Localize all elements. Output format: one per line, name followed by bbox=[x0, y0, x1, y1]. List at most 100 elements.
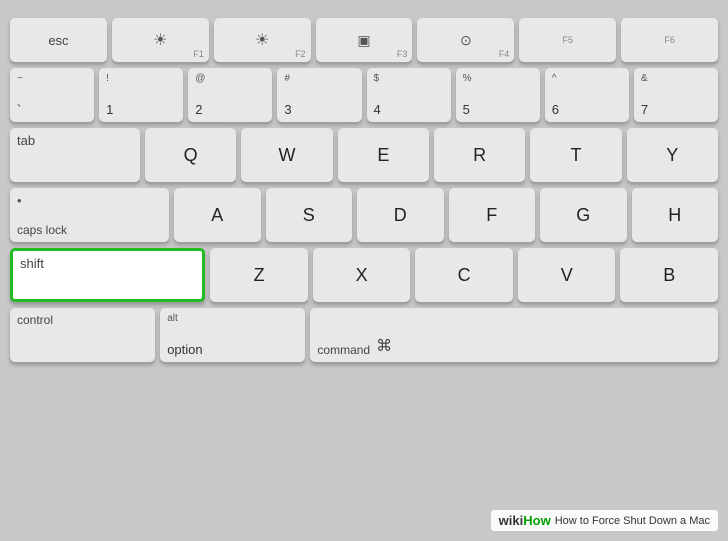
key5-top: % bbox=[463, 73, 533, 85]
key-f6[interactable]: F6 bbox=[621, 18, 718, 62]
option-bottom: option bbox=[167, 342, 298, 357]
f2-label: F2 bbox=[295, 49, 306, 59]
qwerty-key-row: tab Q W E R T bbox=[10, 128, 718, 182]
key-2[interactable]: @ 2 bbox=[188, 68, 272, 122]
f3-label: F3 bbox=[397, 49, 408, 59]
key-7[interactable]: & 7 bbox=[634, 68, 718, 122]
how-text: How bbox=[523, 513, 550, 528]
key5-bottom: 5 bbox=[463, 102, 533, 117]
key-x[interactable]: X bbox=[313, 248, 411, 302]
key-f1[interactable]: ☀ F1 bbox=[112, 18, 209, 62]
t-letter: T bbox=[537, 145, 614, 166]
key-s[interactable]: S bbox=[266, 188, 353, 242]
f1-icon: ☀ bbox=[153, 30, 167, 50]
v-letter: V bbox=[525, 265, 609, 286]
key-6[interactable]: ^ 6 bbox=[545, 68, 629, 122]
key3-top: # bbox=[284, 73, 354, 85]
f5-label: F5 bbox=[562, 35, 573, 45]
wikihow-badge: wikiHow How to Force Shut Down a Mac bbox=[491, 510, 718, 531]
f3-icon: ▣ bbox=[357, 32, 370, 49]
key4-bottom: 4 bbox=[374, 102, 444, 117]
esc-label: esc bbox=[48, 33, 68, 48]
tilde-top: ~ bbox=[17, 73, 87, 85]
f4-label: F4 bbox=[499, 49, 510, 59]
key-f5[interactable]: F5 bbox=[519, 18, 616, 62]
key-d[interactable]: D bbox=[357, 188, 444, 242]
key-option[interactable]: alt option bbox=[160, 308, 305, 362]
key-f2[interactable]: ☀ F2 bbox=[214, 18, 311, 62]
key-a[interactable]: A bbox=[174, 188, 261, 242]
z-letter: Z bbox=[217, 265, 301, 286]
q-letter: Q bbox=[152, 145, 229, 166]
fn-key-row: esc ☀ F1 ☀ F2 ▣ F3 ⊙ F4 bbox=[10, 18, 718, 62]
f4-icon: ⊙ bbox=[460, 32, 472, 49]
wiki-text: wiki bbox=[499, 513, 524, 528]
badge-desc: How to Force Shut Down a Mac bbox=[555, 515, 710, 527]
key7-top: & bbox=[641, 73, 711, 85]
key2-top: @ bbox=[195, 73, 265, 85]
key-f[interactable]: F bbox=[449, 188, 536, 242]
key7-bottom: 7 bbox=[641, 102, 711, 117]
e-letter: E bbox=[345, 145, 422, 166]
key-v[interactable]: V bbox=[518, 248, 616, 302]
key-control[interactable]: control bbox=[10, 308, 155, 362]
asdf-key-row: • caps lock A S D F G bbox=[10, 188, 718, 242]
f2-icon: ☀ bbox=[255, 30, 269, 50]
key-q[interactable]: Q bbox=[145, 128, 236, 182]
key3-bottom: 3 bbox=[284, 102, 354, 117]
key-5[interactable]: % 5 bbox=[456, 68, 540, 122]
number-key-row: ~ ` ! 1 @ 2 # 3 $ 4 bbox=[10, 68, 718, 122]
tab-label: tab bbox=[17, 133, 133, 148]
key6-bottom: 6 bbox=[552, 102, 622, 117]
key-esc[interactable]: esc bbox=[10, 18, 107, 62]
command-icon: ⌘ bbox=[376, 336, 392, 356]
shift-label: shift bbox=[20, 256, 195, 271]
key-b[interactable]: B bbox=[620, 248, 718, 302]
command-label: command bbox=[317, 343, 370, 357]
y-letter: Y bbox=[634, 145, 711, 166]
option-top: alt bbox=[167, 313, 298, 325]
key-f4[interactable]: ⊙ F4 bbox=[417, 18, 514, 62]
key-y[interactable]: Y bbox=[627, 128, 718, 182]
g-letter: G bbox=[547, 205, 620, 226]
key-r[interactable]: R bbox=[434, 128, 525, 182]
d-letter: D bbox=[364, 205, 437, 226]
b-letter: B bbox=[627, 265, 711, 286]
key-tilde[interactable]: ~ ` bbox=[10, 68, 94, 122]
h-letter: H bbox=[639, 205, 712, 226]
key-command[interactable]: command ⌘ bbox=[310, 308, 718, 362]
key-c[interactable]: C bbox=[415, 248, 513, 302]
caps-dot: • bbox=[17, 193, 162, 208]
key-caps[interactable]: • caps lock bbox=[10, 188, 169, 242]
f-letter: F bbox=[456, 205, 529, 226]
key6-top: ^ bbox=[552, 73, 622, 85]
key-3[interactable]: # 3 bbox=[277, 68, 361, 122]
key1-bottom: 1 bbox=[106, 102, 176, 117]
r-letter: R bbox=[441, 145, 518, 166]
key-h[interactable]: H bbox=[632, 188, 719, 242]
key1-top: ! bbox=[106, 73, 176, 85]
control-label: control bbox=[17, 313, 148, 327]
key-f3[interactable]: ▣ F3 bbox=[316, 18, 413, 62]
zxcv-key-row: shift Z X C V B bbox=[10, 248, 718, 302]
key-shift[interactable]: shift bbox=[10, 248, 205, 302]
x-letter: X bbox=[320, 265, 404, 286]
key-e[interactable]: E bbox=[338, 128, 429, 182]
modifier-key-row: control alt option command ⌘ bbox=[10, 308, 718, 362]
w-letter: W bbox=[248, 145, 325, 166]
key-t[interactable]: T bbox=[530, 128, 621, 182]
a-letter: A bbox=[181, 205, 254, 226]
keyboard-image: esc ☀ F1 ☀ F2 ▣ F3 ⊙ F4 bbox=[0, 0, 728, 541]
key-g[interactable]: G bbox=[540, 188, 627, 242]
key-z[interactable]: Z bbox=[210, 248, 308, 302]
key-4[interactable]: $ 4 bbox=[367, 68, 451, 122]
key-tab[interactable]: tab bbox=[10, 128, 140, 182]
key-w[interactable]: W bbox=[241, 128, 332, 182]
c-letter: C bbox=[422, 265, 506, 286]
f6-label: F6 bbox=[664, 35, 675, 45]
s-letter: S bbox=[273, 205, 346, 226]
tilde-bottom: ` bbox=[17, 102, 87, 117]
key-1[interactable]: ! 1 bbox=[99, 68, 183, 122]
f1-label: F1 bbox=[193, 49, 204, 59]
caps-label: caps lock bbox=[17, 223, 162, 237]
